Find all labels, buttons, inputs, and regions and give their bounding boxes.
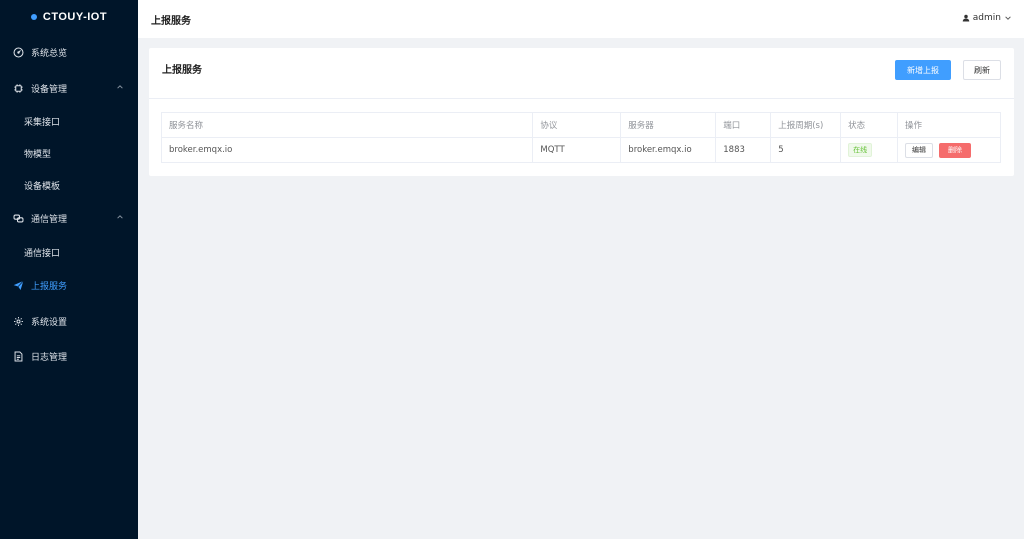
report-service-card: 上报服务 新增上报 刷新 服务名称 协议 服务器 端口 上报周期(s) 状态 操… [149, 48, 1014, 176]
column-header: 服务名称 [160, 112, 534, 138]
document-icon [13, 351, 24, 362]
column-header: 服务器 [620, 112, 717, 138]
card-title: 上报服务 [162, 65, 202, 76]
sidebar-item-label: 设备模板 [24, 181, 61, 192]
column-header: 操作 [897, 112, 1001, 138]
brand-name: CTOUY-IOT [42, 11, 108, 23]
sidebar-item-label: 采集接口 [24, 117, 61, 128]
username: admin [972, 13, 1001, 23]
refresh-button[interactable]: 刷新 [963, 60, 1001, 80]
chevron-up-icon [117, 85, 123, 89]
cell-period: 5 [770, 137, 842, 163]
column-header: 协议 [532, 112, 622, 138]
cell-port: 1883 [715, 137, 772, 163]
card-header: 上报服务 新增上报 刷新 [149, 48, 1014, 99]
cell-status: 在线 [840, 137, 899, 163]
sidebar-item-comm-management[interactable]: 通信管理 [0, 203, 138, 233]
sidebar-item-device-management[interactable]: 设备管理 [0, 73, 138, 103]
cell-service-name: broker.emqx.io [160, 137, 534, 163]
sidebar-item-log-management[interactable]: 日志管理 [0, 341, 138, 371]
column-header: 端口 [715, 112, 772, 138]
chevron-up-icon [117, 215, 123, 219]
chip-icon [13, 83, 24, 94]
brand-logo: CTOUY-IOT [0, 0, 138, 34]
table-row: broker.emqx.io MQTT broker.emqx.io 1883 … [160, 137, 1001, 163]
user-icon [962, 14, 970, 22]
delete-button[interactable]: 删除 [939, 142, 972, 158]
sidebar-item-label: 通信接口 [24, 248, 61, 259]
user-menu[interactable]: admin [962, 13, 1012, 23]
dashboard-icon [13, 47, 24, 58]
report-service-table: 服务名称 协议 服务器 端口 上报周期(s) 状态 操作 broker.emqx… [160, 112, 1001, 163]
sidebar-item-label: 通信管理 [31, 214, 68, 225]
status-badge: 在线 [848, 143, 873, 157]
link-icon [13, 213, 24, 224]
cell-protocol: MQTT [532, 137, 622, 163]
sidebar-item-report-service[interactable]: 上报服务 [0, 270, 138, 300]
sidebar-item-system-settings[interactable]: 系统设置 [0, 306, 138, 336]
sidebar-item-device-template[interactable]: 设备模板 [0, 170, 138, 200]
gear-icon [13, 316, 24, 327]
sidebar-item-collect-interface[interactable]: 采集接口 [0, 106, 138, 136]
top-header: 上报服务 admin [138, 0, 1024, 38]
add-report-button[interactable]: 新增上报 [895, 60, 951, 80]
sidebar-item-label: 物模型 [24, 149, 52, 160]
page-title: 上报服务 [151, 15, 191, 27]
sidebar-item-overview[interactable]: 系统总览 [0, 37, 138, 67]
sidebar-item-comm-interface[interactable]: 通信接口 [0, 237, 138, 267]
sidebar-item-label: 系统总览 [31, 48, 68, 59]
sidebar: CTOUY-IOT 系统总览 设备管理 采集接口 物模型 设备模板 通信管理 通… [0, 0, 138, 539]
brand-dot-icon [30, 14, 37, 20]
sidebar-item-label: 设备管理 [31, 84, 68, 95]
sidebar-item-label: 上报服务 [31, 281, 68, 292]
sidebar-item-thing-model[interactable]: 物模型 [0, 138, 138, 168]
sidebar-item-label: 系统设置 [31, 317, 68, 328]
send-icon [13, 280, 24, 291]
chevron-down-icon [1005, 16, 1011, 20]
cell-actions: 编辑 删除 [897, 137, 1001, 163]
sidebar-item-label: 日志管理 [31, 352, 68, 363]
table-header-row: 服务名称 协议 服务器 端口 上报周期(s) 状态 操作 [160, 112, 1001, 138]
cell-server: broker.emqx.io [620, 137, 717, 163]
column-header: 状态 [840, 112, 899, 138]
edit-button[interactable]: 编辑 [905, 142, 934, 158]
column-header: 上报周期(s) [770, 112, 842, 138]
